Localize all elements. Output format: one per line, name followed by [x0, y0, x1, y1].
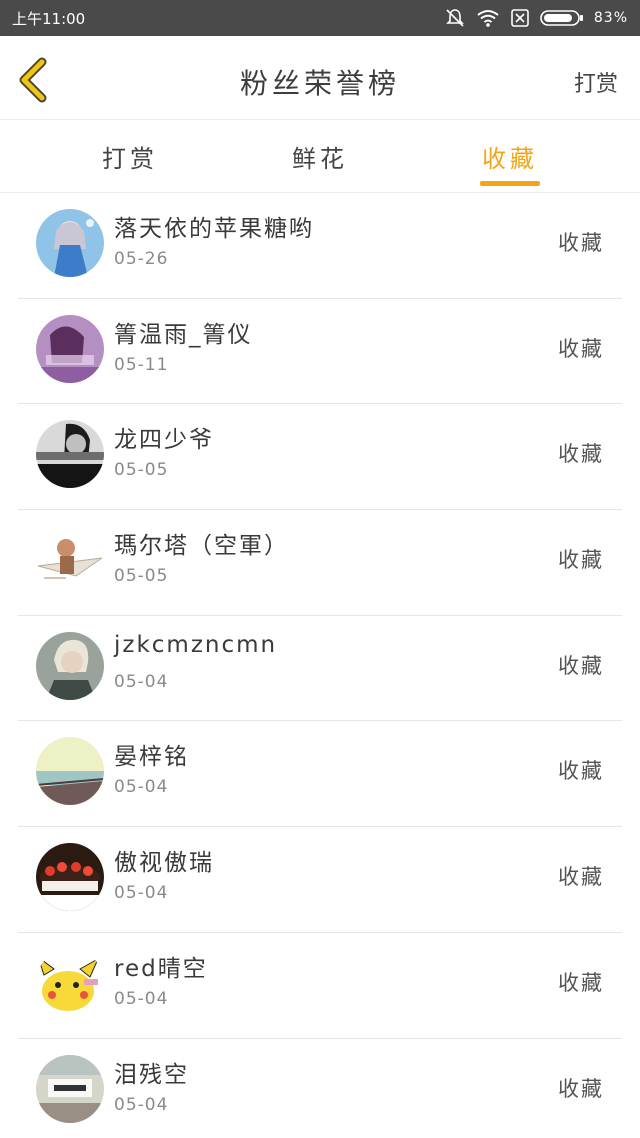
fan-name: 泪残空	[114, 1061, 189, 1088]
row-action-label: 收藏	[558, 1076, 604, 1101]
mute-icon	[444, 7, 466, 29]
fan-name: 落天依的苹果糖哟	[114, 216, 314, 242]
row-action-label: 收藏	[558, 653, 604, 678]
battery-percent: 83%	[593, 10, 628, 26]
fan-name: 龙四少爷	[114, 427, 214, 454]
avatar	[36, 843, 104, 912]
list-item[interactable]: 龙四少爷 05-05 收藏	[18, 404, 622, 511]
fan-name: 晏梓铭	[114, 744, 189, 771]
row-action-label: 收藏	[558, 442, 604, 467]
tab-reward[interactable]: 打赏	[70, 139, 190, 174]
list-item[interactable]: 傲视傲瑞 05-04 收藏	[18, 827, 622, 933]
fan-date: 05-04	[114, 883, 169, 904]
fan-name: 瑪尔塔（空軍）	[114, 533, 289, 560]
fan-date: 05-04	[114, 1094, 169, 1115]
battery-icon	[540, 8, 584, 28]
fan-date: 05-05	[114, 460, 169, 481]
app-header: 粉丝荣誉榜 打赏	[0, 36, 640, 120]
tab-favorites[interactable]: 收藏	[450, 139, 570, 174]
row-action-label: 收藏	[558, 865, 604, 890]
list-item[interactable]: red晴空 05-04 收藏	[18, 933, 622, 1039]
tab-bar: 打赏 鲜花 收藏	[0, 121, 640, 193]
list-item[interactable]: 泪残空 05-04 收藏	[18, 1039, 622, 1138]
avatar	[36, 1054, 104, 1123]
sim-off-icon	[510, 8, 530, 28]
row-action-label: 收藏	[558, 970, 604, 995]
row-action-label: 收藏	[558, 336, 604, 361]
reward-button[interactable]: 打赏	[574, 66, 618, 98]
fan-name: 箐温雨_箐仪	[114, 321, 253, 348]
list-item[interactable]: 箐温雨_箐仪 05-11 收藏	[18, 299, 622, 405]
active-tab-indicator	[480, 181, 540, 186]
fan-name: red晴空	[114, 955, 208, 982]
avatar	[36, 420, 104, 489]
status-icons: 83%	[444, 7, 628, 29]
wifi-icon	[476, 8, 500, 28]
row-action-label: 收藏	[558, 231, 604, 255]
list-item[interactable]: 晏梓铭 05-04 收藏	[18, 721, 622, 828]
avatar	[36, 737, 104, 806]
avatar	[36, 314, 104, 383]
status-time: 上午11:00	[12, 9, 86, 28]
fan-date: 05-11	[114, 354, 169, 375]
list-item[interactable]: jzkcmzncmn 05-04 收藏	[18, 616, 622, 722]
fan-list: 落天依的苹果糖哟 05-26 收藏 箐温雨_箐仪 05-11 收藏 龙四少爷 0…	[0, 193, 640, 1138]
fan-date: 05-26	[114, 249, 169, 269]
fan-date: 05-04	[114, 988, 169, 1009]
row-action-label: 收藏	[558, 548, 604, 573]
tab-flowers[interactable]: 鲜花	[260, 139, 380, 174]
row-action-label: 收藏	[558, 759, 604, 784]
fan-name: 傲视傲瑞	[114, 850, 214, 877]
list-item[interactable]: 落天依的苹果糖哟 05-26 收藏	[18, 193, 622, 299]
fan-date: 05-04	[114, 777, 169, 798]
page-title: 粉丝荣誉榜	[239, 67, 400, 100]
avatar	[36, 526, 104, 595]
fan-date: 05-05	[114, 566, 169, 587]
avatar	[36, 631, 104, 700]
avatar	[36, 948, 104, 1017]
status-bar: 上午11:00 83%	[0, 0, 640, 36]
fan-name: jzkcmzncmn	[114, 631, 278, 658]
list-item[interactable]: 瑪尔塔（空軍） 05-05 收藏	[18, 510, 622, 616]
avatar	[36, 209, 104, 277]
fan-date: 05-04	[114, 671, 169, 692]
